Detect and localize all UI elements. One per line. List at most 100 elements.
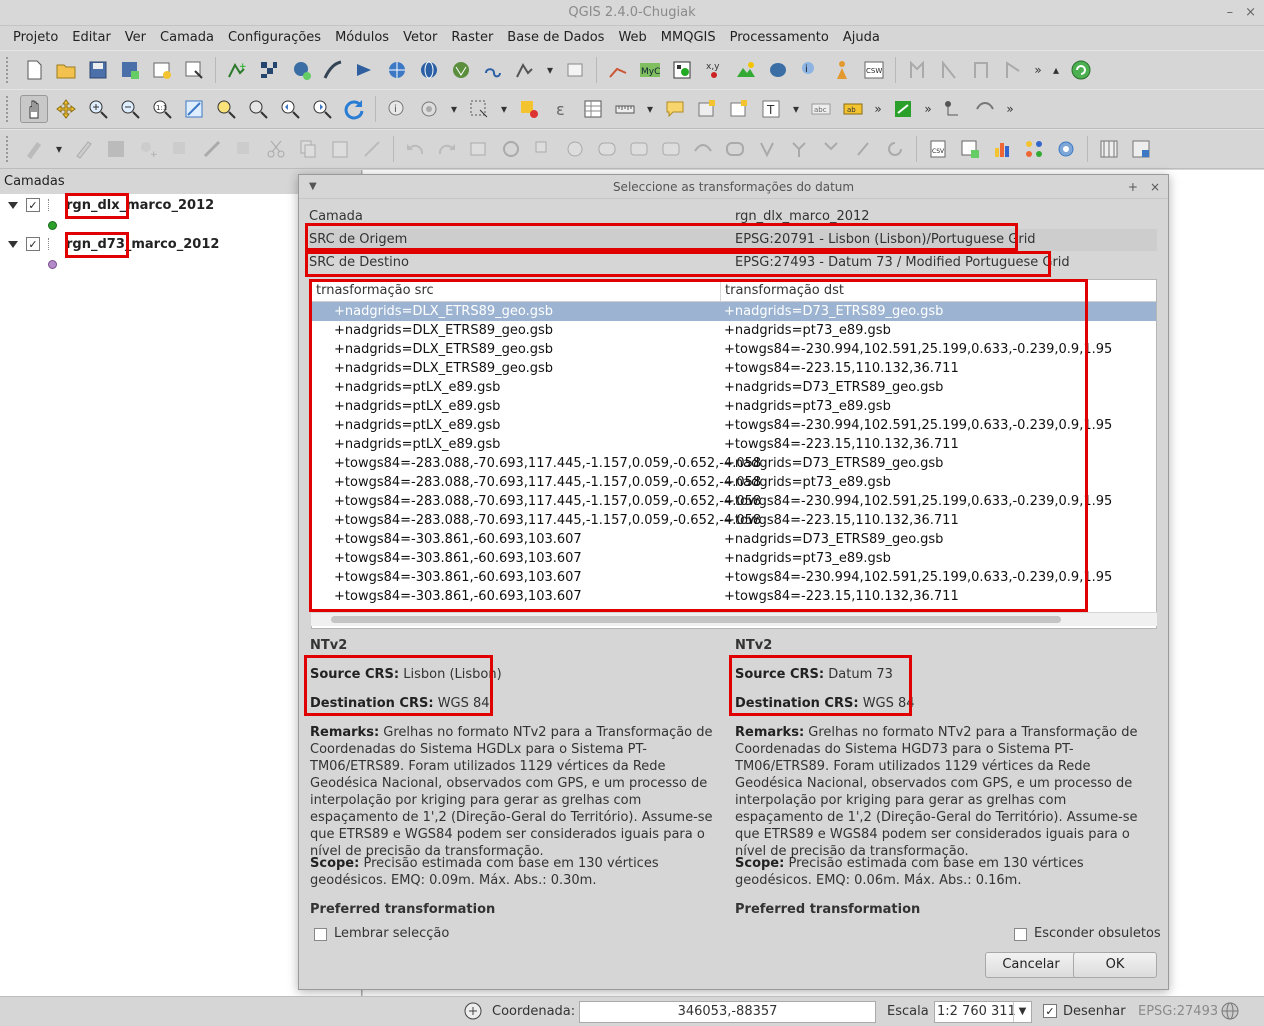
toolbar-overflow[interactable]: »	[921, 102, 935, 116]
attribute-table-icon[interactable]	[579, 95, 607, 123]
color-grid-icon[interactable]	[1020, 135, 1048, 163]
save-project-icon[interactable]	[84, 56, 112, 84]
add-wcs-layer-icon[interactable]	[415, 56, 443, 84]
field-calculator-icon[interactable]: ε	[547, 95, 575, 123]
table-row[interactable]: +towgs84=-303.861,-60.693,103.607 +towgs8…	[312, 568, 1156, 587]
new-print-composer-icon[interactable]	[148, 56, 176, 84]
openlayers-icon[interactable]	[1127, 135, 1155, 163]
label-tool-icon[interactable]: abc	[807, 95, 835, 123]
table-row[interactable]: +towgs84=-283.088,-70.693,117.445,-1.157…	[312, 473, 1156, 492]
table-row[interactable]: +nadgrids=ptLX_e89.gsb +nadgrids=pt73_e89…	[312, 397, 1156, 416]
menu-camada[interactable]: Camada	[153, 30, 221, 45]
render-label[interactable]: Desenhar	[1063, 1004, 1126, 1019]
table-row[interactable]: +towgs84=-303.861,-60.693,103.607 +nadgri…	[312, 530, 1156, 549]
chevron-down-icon[interactable]: ▼	[1013, 1002, 1031, 1022]
expand-arrow-icon[interactable]	[8, 201, 18, 209]
run-action-icon[interactable]	[415, 95, 443, 123]
zoom-actual-size-icon[interactable]: 1:1	[148, 95, 176, 123]
layer-name[interactable]: rgn_dlx_marco_2012	[66, 198, 214, 213]
plugin-green-icon[interactable]	[889, 95, 917, 123]
table-export-icon[interactable]	[956, 135, 984, 163]
menu-mmqgis[interactable]: MMQGIS	[654, 30, 723, 45]
zoom-full-icon[interactable]	[180, 95, 208, 123]
move-feature-icon[interactable]	[166, 135, 194, 163]
map-tips-icon[interactable]	[661, 95, 689, 123]
add-wfs-layer-icon[interactable]	[447, 56, 475, 84]
identify-help-icon[interactable]: i	[796, 56, 824, 84]
hide-obsolete-checkbox[interactable]	[1014, 928, 1027, 941]
zoom-to-selection-icon[interactable]	[212, 95, 240, 123]
toolbar-overflow[interactable]: »	[871, 102, 885, 116]
ok-button[interactable]: OK	[1073, 952, 1157, 978]
delete-ring-icon[interactable]	[593, 135, 621, 163]
elephant-icon[interactable]	[764, 56, 792, 84]
cancel-button[interactable]: Cancelar	[985, 952, 1077, 978]
toggle-editing-icon[interactable]	[70, 135, 98, 163]
toolbar-grip[interactable]	[6, 96, 12, 122]
menu-processamento[interactable]: Processamento	[723, 30, 836, 45]
table-row[interactable]: +nadgrids=DLX_ETRS89_geo.gsb +towgs84=-23…	[312, 340, 1156, 359]
table-row[interactable]: +nadgrids=ptLX_e89.gsb +towgs84=-223.15,1…	[312, 435, 1156, 454]
refresh-icon[interactable]	[340, 95, 368, 123]
layer-visibility-checkbox[interactable]: ✓	[26, 237, 40, 251]
route-icon[interactable]	[939, 95, 967, 123]
table-row[interactable]: +nadgrids=ptLX_e89.gsb +nadgrids=D73_ETRS…	[312, 378, 1156, 397]
table-row[interactable]: +towgs84=-283.088,-70.693,117.445,-1.157…	[312, 492, 1156, 511]
dialog-menu-icon[interactable]: ▼	[309, 175, 317, 199]
undo-icon[interactable]	[401, 135, 429, 163]
remember-selection-checkbox[interactable]	[314, 928, 327, 941]
menu-raster[interactable]: Raster	[444, 30, 500, 45]
menu-editar[interactable]: Editar	[65, 30, 118, 45]
add-mssql-layer-icon[interactable]	[351, 56, 379, 84]
transformations-table[interactable]: trnasformação src transformação dst +nad…	[311, 279, 1157, 629]
column-header-dst[interactable]: transformação dst	[721, 280, 844, 301]
save-as-icon[interactable]	[116, 56, 144, 84]
graph-tool-4-icon[interactable]	[999, 56, 1027, 84]
toolbar-dropdown-arrow[interactable]: ▾	[789, 102, 803, 116]
toolbar-overflow[interactable]: »	[1003, 102, 1017, 116]
column-header-src[interactable]: trnasformação src	[312, 280, 721, 301]
split-features-icon[interactable]	[721, 135, 749, 163]
add-raster-layer-icon[interactable]	[255, 56, 283, 84]
text-annotation-icon[interactable]: T	[757, 95, 785, 123]
menu-ajuda[interactable]: Ajuda	[836, 30, 887, 45]
offset-curve-icon[interactable]	[689, 135, 717, 163]
toolbar-dropdown-arrow[interactable]: ▾	[543, 63, 557, 77]
merge-attributes-icon[interactable]	[817, 135, 845, 163]
csw-icon[interactable]: CSW	[860, 56, 888, 84]
save-edits-icon[interactable]	[102, 135, 130, 163]
scale-combobox[interactable]: 1:2 760 311 ▼	[934, 1001, 1032, 1023]
toolbar-dropdown-arrow[interactable]: ▾	[497, 102, 511, 116]
messages-icon[interactable]	[463, 1001, 483, 1025]
toolbar-dropdown-arrow[interactable]: ▾	[643, 102, 657, 116]
graph-tool-2-icon[interactable]	[935, 56, 963, 84]
table-row[interactable]: +towgs84=-303.861,-60.693,103.607 +towgs8…	[312, 587, 1156, 606]
zoom-out-icon[interactable]	[116, 95, 144, 123]
measure-icon[interactable]	[611, 95, 639, 123]
new-shapefile-icon[interactable]	[511, 56, 539, 84]
tile-layer-icon[interactable]	[1095, 135, 1123, 163]
zoom-last-icon[interactable]	[276, 95, 304, 123]
copy-features-icon[interactable]	[294, 135, 322, 163]
qrcode-icon[interactable]	[668, 56, 696, 84]
add-vector-layer-icon[interactable]: +	[223, 56, 251, 84]
table-row[interactable]: +towgs84=-283.088,-70.693,117.445,-1.157…	[312, 511, 1156, 530]
add-delimited-text-icon[interactable]	[479, 56, 507, 84]
coordinate-capture-icon[interactable]: x,y	[700, 56, 728, 84]
identify-features-icon[interactable]: i	[383, 95, 411, 123]
deselect-features-icon[interactable]	[515, 95, 543, 123]
select-features-icon[interactable]	[465, 95, 493, 123]
expand-arrow-icon[interactable]	[8, 240, 18, 248]
toolbar-grip[interactable]	[6, 57, 12, 83]
add-spatialite-layer-icon[interactable]	[319, 56, 347, 84]
merge-features-icon[interactable]	[785, 135, 813, 163]
table-row[interactable]: +towgs84=-283.088,-70.693,117.445,-1.157…	[312, 454, 1156, 473]
add-wms-layer-icon[interactable]	[383, 56, 411, 84]
new-project-icon[interactable]	[20, 56, 48, 84]
composer-manager-icon[interactable]	[180, 56, 208, 84]
coordinate-field[interactable]: 346053,-88357	[579, 1001, 876, 1023]
layer-item-rgn-d73[interactable]: ✓ rgn_d73_marco_2012	[8, 233, 219, 255]
add-feature-icon[interactable]: +	[134, 135, 162, 163]
new-bookmark-icon[interactable]	[693, 95, 721, 123]
zoom-next-icon[interactable]	[308, 95, 336, 123]
